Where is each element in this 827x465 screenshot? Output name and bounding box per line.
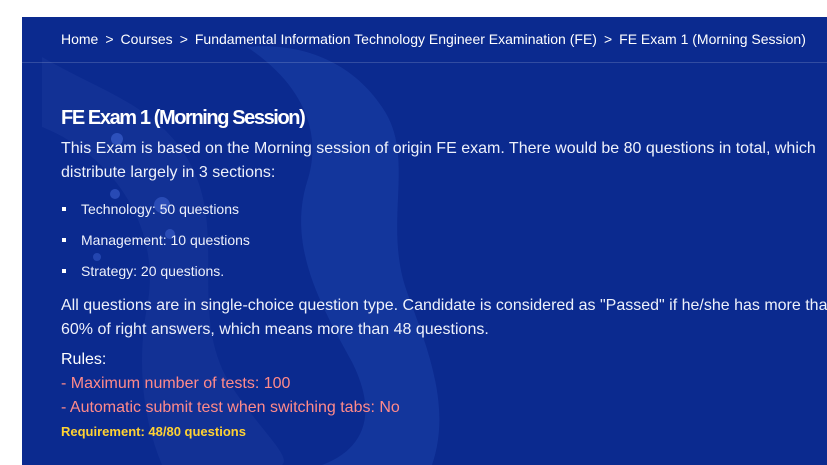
list-item: Strategy: 20 questions. (61, 263, 827, 279)
bullet-icon (62, 238, 66, 242)
requirement-text: Requirement: 48/80 questions (61, 424, 246, 439)
rule-max-tests: - Maximum number of tests: 100 (61, 375, 291, 392)
rule-auto-submit: - Automatic submit test when switching t… (61, 399, 400, 416)
exam-intro-text: This Exam is based on the Morning sessio… (61, 137, 827, 185)
exam-hero-banner: Home > Courses > Fundamental Information Tec… (22, 17, 827, 465)
section-list: Technology: 50 questions Management: 10 … (61, 201, 827, 279)
rules-heading: Rules: (61, 351, 107, 368)
breadcrumb-link-home[interactable]: Home (61, 31, 98, 47)
breadcrumb-separator: > (179, 31, 188, 47)
exam-intro-line: This Exam is based on the Morning sessio… (61, 140, 816, 157)
section-label: Management: 10 questions (81, 232, 250, 248)
pass-criteria-line: 60% of right answers, which means more t… (61, 321, 489, 338)
pass-criteria-line: All questions are in single-choice quest… (61, 297, 827, 314)
exam-description: FE Exam 1 (Morning Session) This Exam is… (61, 105, 827, 440)
bullet-icon (62, 207, 66, 211)
header-divider (22, 62, 827, 63)
breadcrumb-separator: > (603, 31, 613, 47)
breadcrumb-link-course-fe[interactable]: Fundamental Information Technology Engin… (195, 31, 597, 47)
breadcrumb-current-page: FE Exam 1 (Morning Session) (619, 31, 806, 47)
section-label: Technology: 50 questions (81, 201, 239, 217)
pass-criteria-text: All questions are in single-choice quest… (61, 294, 827, 342)
exam-intro-line: distribute largely in 3 sections: (61, 164, 276, 181)
list-item: Technology: 50 questions (61, 201, 827, 217)
breadcrumb-link-courses[interactable]: Courses (121, 31, 173, 47)
bullet-icon (62, 269, 66, 273)
page-title: FE Exam 1 (Morning Session) (61, 107, 306, 129)
breadcrumb-separator: > (105, 31, 114, 47)
breadcrumb: Home > Courses > Fundamental Information Tec… (61, 31, 827, 47)
list-item: Management: 10 questions (61, 232, 827, 248)
section-label: Strategy: 20 questions. (81, 263, 225, 279)
